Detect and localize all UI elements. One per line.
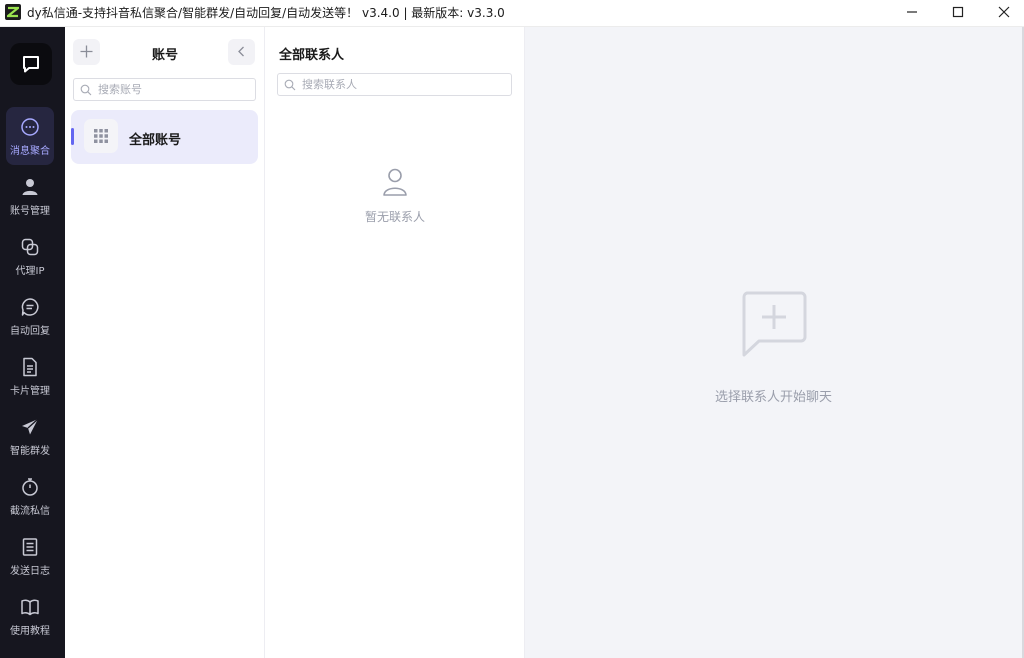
nav-item-label: 截流私信 <box>10 506 50 517</box>
accounts-panel: 账号 全部账号 <box>65 27 265 658</box>
account-search-input[interactable] <box>98 81 248 98</box>
nav-item-label: 账号管理 <box>10 206 50 217</box>
chat-bubble-icon <box>10 43 52 85</box>
nav-item-label: 发送日志 <box>10 566 50 577</box>
minimize-icon <box>907 11 917 13</box>
empty-contacts-text: 暂无联系人 <box>364 210 425 224</box>
maximize-button[interactable] <box>935 0 981 26</box>
document-icon <box>23 357 37 377</box>
nav-item-label: 卡片管理 <box>10 386 50 397</box>
search-icon <box>80 84 92 96</box>
chat-reply-icon <box>21 298 39 316</box>
nav-rail: 消息聚合 账号管理 代理IP 自动回复 卡片管理 智能群发 截流私信 发送日志 … <box>0 27 65 658</box>
nav-item-label: 消息聚合 <box>10 146 50 157</box>
close-button[interactable] <box>981 0 1024 26</box>
log-icon <box>22 538 38 556</box>
contacts-panel: 全部联系人 暂无联系人 <box>265 27 525 658</box>
chevron-left-icon <box>238 46 244 57</box>
nav-item-label: 智能群发 <box>10 446 50 457</box>
message-dots-icon <box>21 118 39 136</box>
close-icon <box>998 6 1010 18</box>
nav-item-card-management[interactable]: 卡片管理 <box>6 347 54 405</box>
title-bar: dy私信通-支持抖音私信聚合/智能群发/自动回复/自动发送等！ v3.4.0 |… <box>0 0 1024 27</box>
window-title: dy私信通-支持抖音私信聚合/智能群发/自动回复/自动发送等！ v3.4.0 |… <box>27 6 505 20</box>
chat-area: 选择联系人开始聊天 <box>525 27 1022 658</box>
link-icon <box>21 238 39 256</box>
user-outline-icon <box>383 168 407 196</box>
nav-item-account-management[interactable]: 账号管理 <box>6 167 54 225</box>
contacts-title: 全部联系人 <box>279 48 345 63</box>
send-icon <box>22 418 39 435</box>
minimize-button[interactable] <box>889 0 935 26</box>
account-item-all[interactable]: 全部账号 <box>71 110 258 164</box>
nav-item-intercept-dm[interactable]: 截流私信 <box>6 467 54 525</box>
nav-item-tutorial[interactable]: 使用教程 <box>6 587 54 645</box>
empty-chat-text: 选择联系人开始聊天 <box>714 390 832 405</box>
nav-item-auto-reply[interactable]: 自动回复 <box>6 287 54 345</box>
nav-item-label: 自动回复 <box>10 326 50 337</box>
user-icon <box>22 179 38 195</box>
maximize-icon <box>952 6 964 18</box>
search-icon <box>284 79 296 91</box>
nav-item-label: 使用教程 <box>10 626 50 637</box>
nav-item-smart-broadcast[interactable]: 智能群发 <box>6 407 54 465</box>
stopwatch-icon <box>22 478 38 496</box>
account-name: 全部账号 <box>129 133 182 148</box>
grid-icon <box>84 119 118 153</box>
contact-search-input[interactable] <box>302 76 452 93</box>
chat-plus-icon <box>742 291 807 357</box>
nav-item-message-aggregate[interactable]: 消息聚合 <box>6 107 54 165</box>
account-search[interactable] <box>73 78 256 101</box>
collapse-panel-button[interactable] <box>228 39 255 65</box>
selected-indicator <box>71 128 74 145</box>
book-icon <box>21 599 39 616</box>
app-logo-icon <box>5 4 21 20</box>
contact-search[interactable] <box>277 73 512 96</box>
nav-item-label: 代理IP <box>15 266 45 277</box>
nav-item-send-log[interactable]: 发送日志 <box>6 527 54 585</box>
nav-item-proxy-ip[interactable]: 代理IP <box>6 227 54 285</box>
